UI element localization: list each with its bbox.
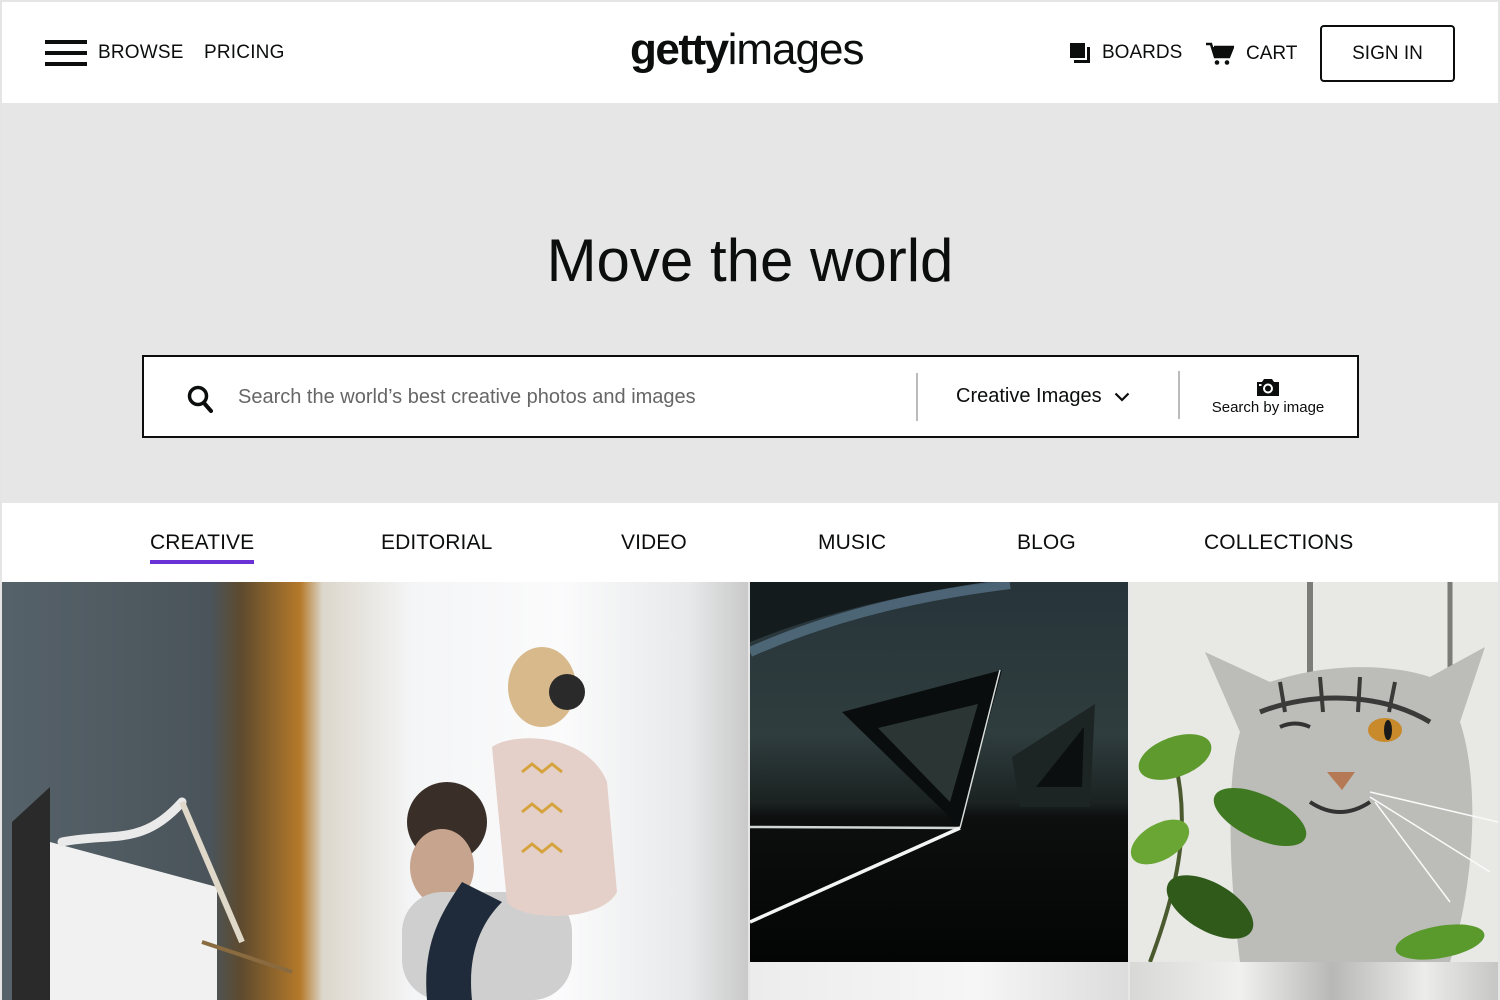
image-tile-abstract-triangles[interactable] — [750, 582, 1128, 962]
image-type-dropdown[interactable]: Creative Images — [956, 385, 1130, 408]
pricing-link[interactable]: PRICING — [204, 42, 285, 64]
tab-video[interactable]: VIDEO — [621, 531, 687, 555]
content-tabs: CREATIVE EDITORIAL VIDEO MUSIC BLOG COLL… — [2, 503, 1498, 582]
search-divider — [1178, 371, 1180, 419]
search-bar: Creative Images Search by image — [142, 355, 1359, 438]
image-type-selected: Creative Images — [956, 385, 1102, 407]
page: BROWSE PRICING gettyimages BOARDS CART S… — [2, 2, 1498, 1000]
tab-editorial[interactable]: EDITORIAL — [381, 531, 492, 555]
browse-link[interactable]: BROWSE — [98, 42, 184, 64]
search-divider — [916, 373, 918, 421]
tab-music[interactable]: MUSIC — [818, 531, 886, 555]
search-icon[interactable] — [187, 385, 213, 413]
shopping-cart-icon — [1206, 42, 1234, 65]
logo-bold: getty — [630, 25, 729, 74]
cart-label: CART — [1246, 43, 1298, 64]
search-by-image-label: Search by image — [1211, 399, 1325, 416]
chevron-down-icon — [1114, 392, 1129, 402]
camera-icon — [1257, 379, 1279, 396]
image-tile-white-architecture[interactable] — [750, 962, 1128, 1000]
tab-creative[interactable]: CREATIVE — [150, 531, 255, 564]
image-tile-crumpled-paper[interactable] — [1130, 962, 1498, 1000]
hero-title: Move the world — [546, 227, 954, 294]
tab-collections[interactable]: COLLECTIONS — [1204, 531, 1353, 555]
image-tile-father-daughter[interactable] — [2, 582, 748, 1000]
search-input[interactable] — [238, 377, 898, 417]
search-by-image-button[interactable]: Search by image — [1206, 377, 1330, 417]
sign-in-button[interactable]: SIGN IN — [1320, 25, 1455, 82]
tab-blog[interactable]: BLOG — [1017, 531, 1076, 555]
boards-stack-icon — [1070, 43, 1090, 63]
site-header: BROWSE PRICING gettyimages BOARDS CART S… — [2, 2, 1498, 103]
boards-link[interactable]: BOARDS — [1070, 42, 1182, 64]
getty-images-logo[interactable]: gettyimages — [630, 20, 865, 80]
hamburger-menu-icon[interactable] — [45, 40, 87, 68]
image-tile-cat-plant[interactable] — [1130, 582, 1498, 962]
logo-light: images — [727, 25, 865, 74]
boards-label: BOARDS — [1102, 42, 1183, 63]
cart-link[interactable]: CART — [1206, 42, 1297, 66]
